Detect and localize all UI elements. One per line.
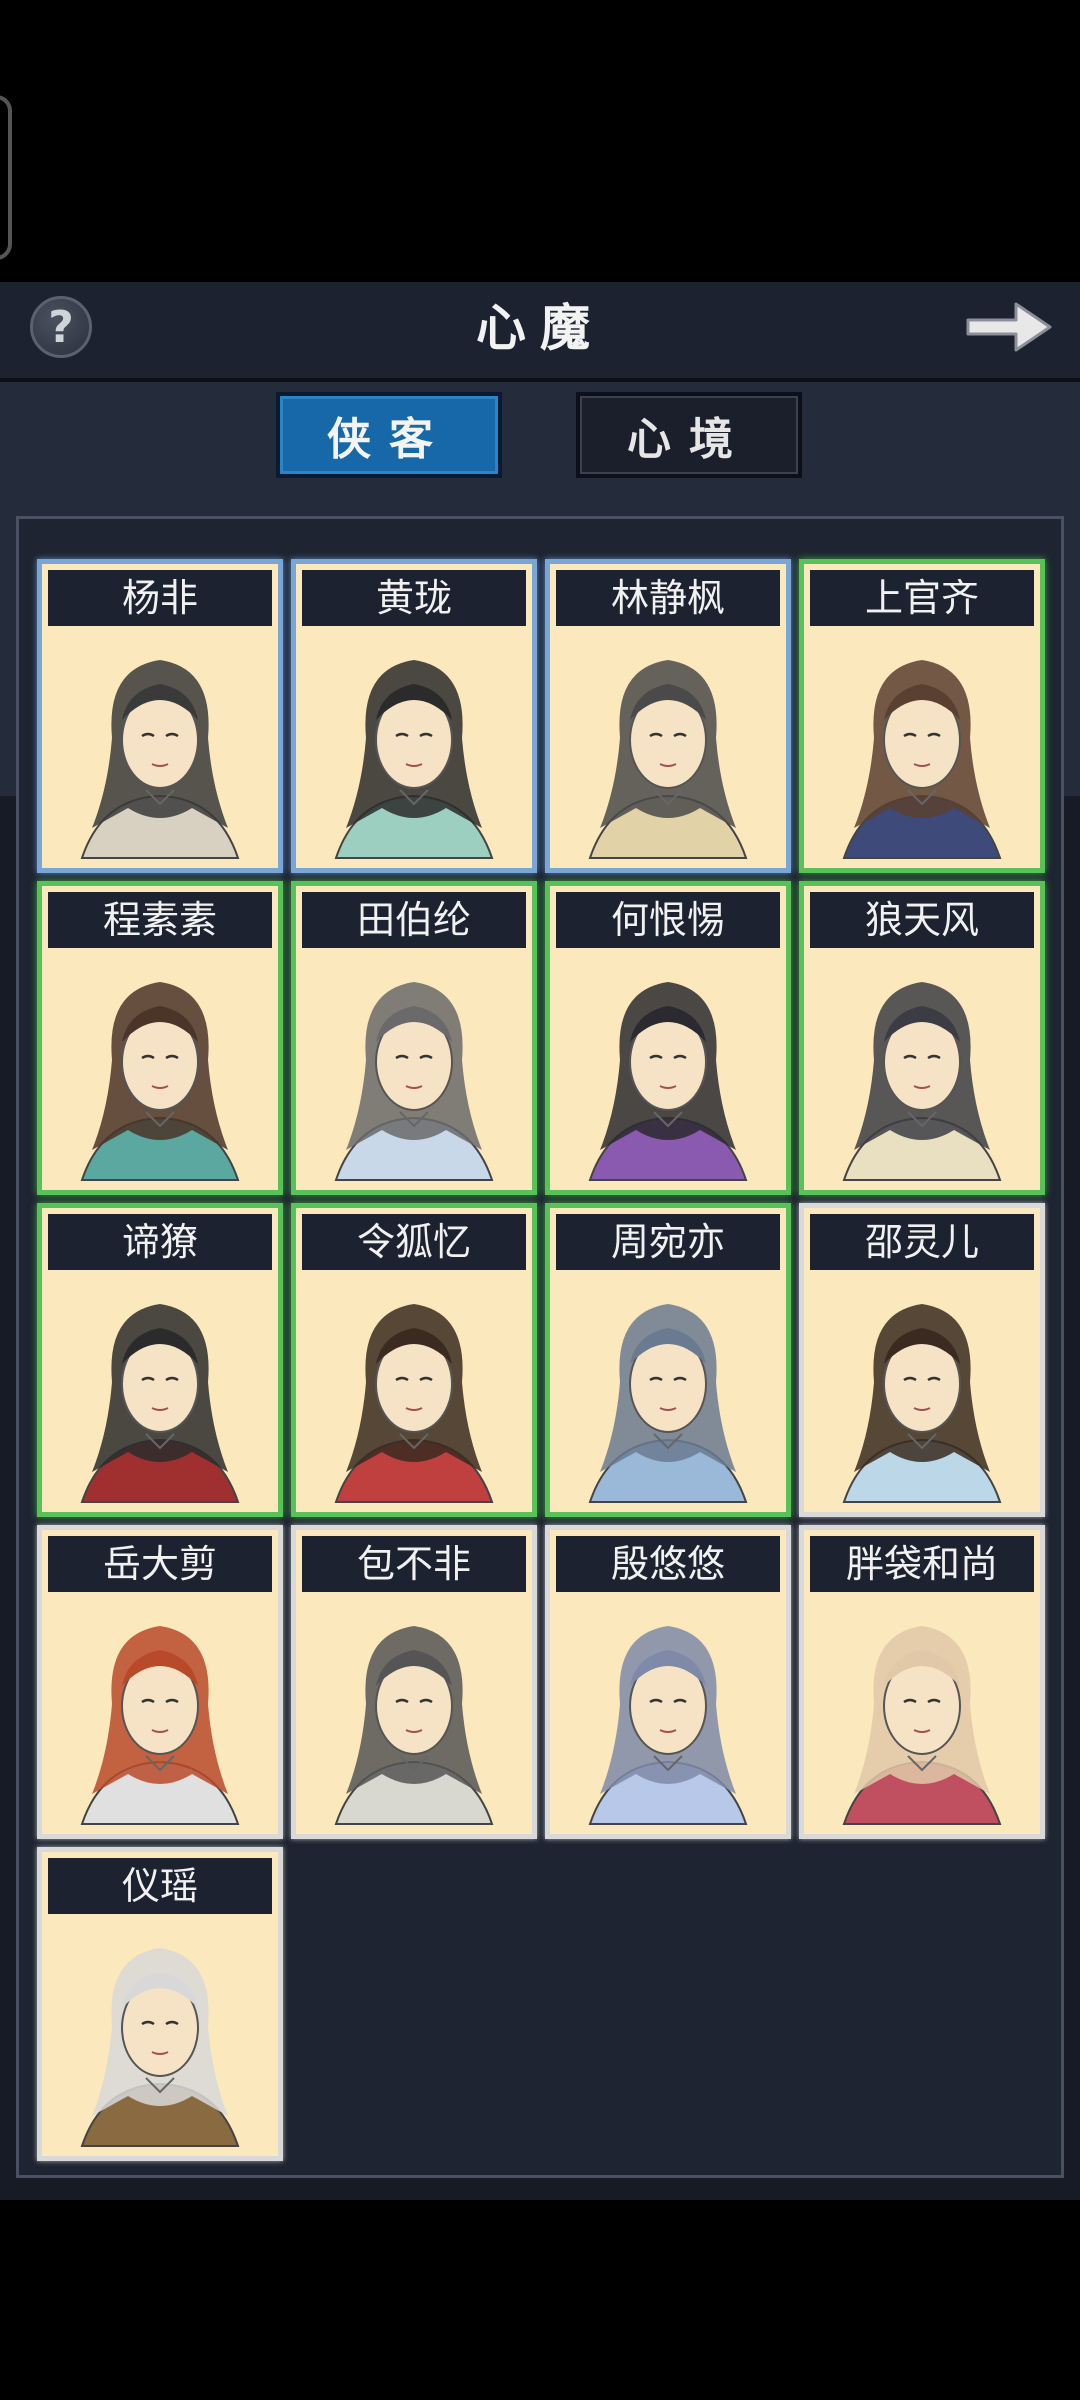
- character-portrait: [296, 1594, 532, 1834]
- character-portrait: [42, 1594, 278, 1834]
- character-card[interactable]: 狼天风: [799, 881, 1045, 1195]
- character-portrait: [804, 1594, 1040, 1834]
- character-card[interactable]: 黄珑: [291, 559, 537, 873]
- character-card[interactable]: 包不非: [291, 1525, 537, 1839]
- character-name: 邵灵儿: [810, 1214, 1034, 1270]
- character-name: 仪瑶: [48, 1858, 272, 1914]
- screen-edge-notch: [0, 95, 12, 260]
- character-name: 程素素: [48, 892, 272, 948]
- character-card[interactable]: 令狐忆: [291, 1203, 537, 1517]
- character-card[interactable]: 仪瑶: [37, 1847, 283, 2161]
- character-card[interactable]: 田伯纶: [291, 881, 537, 1195]
- character-card[interactable]: 上官齐: [799, 559, 1045, 873]
- character-name: 田伯纶: [302, 892, 526, 948]
- character-card[interactable]: 周宛亦: [545, 1203, 791, 1517]
- character-name: 殷悠悠: [556, 1536, 780, 1592]
- character-portrait: [550, 1594, 786, 1834]
- character-card[interactable]: 杨非: [37, 559, 283, 873]
- next-button[interactable]: [962, 296, 1054, 358]
- header-bar: ? 心魔: [0, 282, 1080, 382]
- character-card[interactable]: 邵灵儿: [799, 1203, 1045, 1517]
- character-portrait: [550, 950, 786, 1190]
- character-name: 岳大剪: [48, 1536, 272, 1592]
- character-card[interactable]: 程素素: [37, 881, 283, 1195]
- character-portrait: [804, 950, 1040, 1190]
- character-grid: 杨非 黄珑 林静枫 上官齐程素素 田伯纶 何恨惕 狼天风谛獠 令狐忆 周宛亦 邵灵儿岳大剪 包不非殷…: [16, 516, 1064, 2178]
- character-name: 黄珑: [302, 570, 526, 626]
- character-name: 令狐忆: [302, 1214, 526, 1270]
- character-card[interactable]: 林静枫: [545, 559, 791, 873]
- character-card[interactable]: 胖袋和尚: [799, 1525, 1045, 1839]
- heart-demon-panel: ? 心魔 侠客 心境 杨非 黄珑 林静枫 上官齐程素素 田伯纶 何恨惕 狼天风谛獠 令狐忆 周宛…: [0, 282, 1080, 2200]
- character-name: 杨非: [48, 570, 272, 626]
- character-name: 狼天风: [810, 892, 1034, 948]
- character-name: 周宛亦: [556, 1214, 780, 1270]
- character-portrait: [42, 1272, 278, 1512]
- character-card[interactable]: 何恨惕: [545, 881, 791, 1195]
- character-name: 林静枫: [556, 570, 780, 626]
- arrow-right-icon: [966, 302, 1052, 352]
- character-name: 包不非: [302, 1536, 526, 1592]
- character-name: 何恨惕: [556, 892, 780, 948]
- character-card[interactable]: 殷悠悠: [545, 1525, 791, 1839]
- character-name: 上官齐: [810, 570, 1034, 626]
- character-portrait: [804, 1272, 1040, 1512]
- character-portrait: [550, 1272, 786, 1512]
- character-portrait: [296, 1272, 532, 1512]
- page-title: 心魔: [476, 298, 604, 357]
- character-portrait: [550, 628, 786, 868]
- character-card[interactable]: 谛獠: [37, 1203, 283, 1517]
- character-card[interactable]: 岳大剪: [37, 1525, 283, 1839]
- character-portrait: [804, 628, 1040, 868]
- character-name: 谛獠: [48, 1214, 272, 1270]
- tab-heroes[interactable]: 侠客: [276, 392, 502, 478]
- tab-mindset[interactable]: 心境: [576, 392, 802, 478]
- character-name: 胖袋和尚: [810, 1536, 1034, 1592]
- character-portrait: [296, 950, 532, 1190]
- character-portrait: [42, 950, 278, 1190]
- character-portrait: [42, 1916, 278, 2156]
- character-portrait: [42, 628, 278, 868]
- character-portrait: [296, 628, 532, 868]
